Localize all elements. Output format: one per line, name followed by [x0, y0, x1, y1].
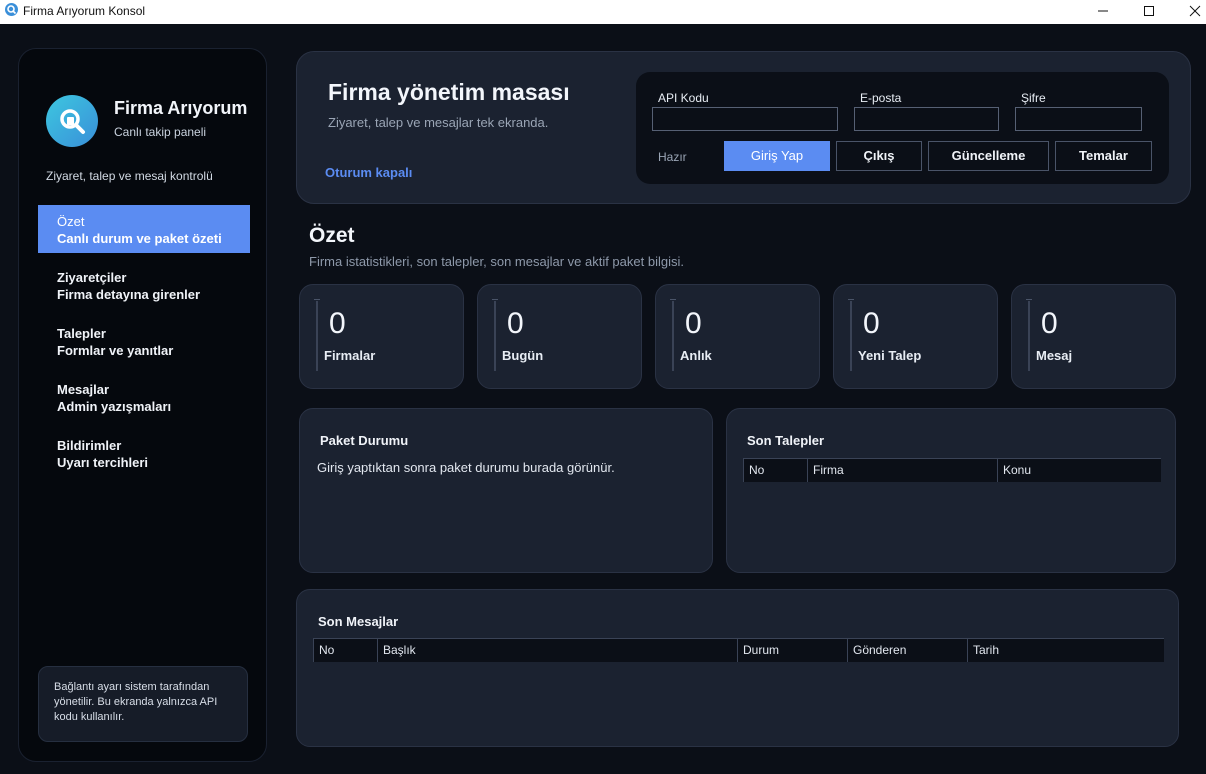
recent-requests-panel: Son Talepler No Firma Konu	[726, 408, 1176, 573]
password-label: Şifre	[1021, 91, 1046, 105]
stat-card-yeni-talep: 0 Yeni Talep	[833, 284, 998, 389]
login-form: API Kodu E-posta Şifre Hazır Giriş Yap Ç…	[636, 72, 1169, 184]
sidebar-item-label: Özet	[57, 214, 85, 229]
messages-table-header: No Başlık Durum Gönderen Tarih	[313, 638, 1164, 662]
stat-accent-bar	[670, 299, 676, 371]
login-button[interactable]: Giriş Yap	[724, 141, 830, 171]
stat-accent-bar	[314, 299, 320, 371]
close-icon	[1189, 5, 1201, 17]
sidebar-item-bildirimler[interactable]: Bildirimler Uyarı tercihleri	[38, 429, 250, 477]
recent-messages-panel: Son Mesajlar No Başlık Durum Gönderen Ta…	[296, 589, 1179, 747]
api-code-input[interactable]	[652, 107, 838, 131]
email-label: E-posta	[860, 91, 902, 105]
sidebar-item-label: Bildirimler	[57, 438, 122, 453]
column-header-durum[interactable]: Durum	[737, 639, 847, 662]
sidebar-item-ziyaretciler[interactable]: Ziyaretçiler Firma detayına girenler	[38, 261, 250, 309]
stat-value: 0	[685, 307, 702, 340]
stat-accent-bar	[1026, 299, 1032, 371]
password-input[interactable]	[1015, 107, 1142, 131]
package-panel-title: Paket Durumu	[320, 433, 409, 448]
sidebar: Firma Arıyorum Canlı takip paneli Ziyare…	[18, 48, 267, 762]
update-button[interactable]: Güncelleme	[928, 141, 1049, 171]
sidebar-item-label: Ziyaretçiler	[57, 270, 127, 285]
themes-button[interactable]: Temalar	[1055, 141, 1152, 171]
brand-name: Firma Arıyorum	[114, 98, 248, 118]
stat-label: Yeni Talep	[858, 348, 922, 363]
column-header-konu[interactable]: Konu	[997, 459, 1161, 482]
column-header-gonderen[interactable]: Gönderen	[847, 639, 967, 662]
package-panel-text: Giriş yaptıktan sonra paket durumu burad…	[317, 460, 615, 475]
column-header-firma[interactable]: Firma	[807, 459, 997, 482]
requests-panel-title: Son Talepler	[747, 433, 825, 448]
sidebar-item-sublabel: Canlı durum ve paket özeti	[57, 231, 222, 246]
stat-label: Anlık	[680, 348, 712, 363]
sidebar-description: Ziyaret, talep ve mesaj kontrolü	[46, 169, 213, 183]
requests-table-header: No Firma Konu	[743, 458, 1161, 482]
window-title: Firma Arıyorum Konsol	[23, 4, 146, 18]
stat-card-mesaj: 0 Mesaj	[1011, 284, 1176, 389]
sidebar-item-sublabel: Formlar ve yanıtlar	[57, 343, 174, 358]
stat-card-bugun: 0 Bugün	[477, 284, 642, 389]
sidebar-item-sublabel: Admin yazışmaları	[57, 399, 172, 414]
sidebar-item-sublabel: Uyarı tercihleri	[57, 455, 149, 470]
window-titlebar: Firma Arıyorum Konsol	[0, 0, 1206, 24]
column-header-no[interactable]: No	[313, 639, 377, 662]
sidebar-item-label: Mesajlar	[57, 382, 110, 397]
header-card: Firma yönetim masası Ziyaret, talep ve m…	[296, 51, 1191, 204]
stat-label: Firmalar	[324, 348, 376, 363]
logout-button[interactable]: Çıkış	[836, 141, 922, 171]
email-input[interactable]	[854, 107, 999, 131]
sidebar-item-sublabel: Firma detayına girenler	[57, 287, 201, 302]
page-subtitle: Ziyaret, talep ve mesajlar tek ekranda.	[328, 115, 549, 130]
package-status-panel: Paket Durumu Giriş yaptıktan sonra paket…	[299, 408, 713, 573]
stat-card-anlik: 0 Anlık	[655, 284, 820, 389]
maximize-button[interactable]	[1126, 0, 1172, 24]
column-header-baslik[interactable]: Başlık	[377, 639, 737, 662]
stat-accent-bar	[492, 299, 498, 371]
close-button[interactable]	[1172, 0, 1206, 24]
maximize-icon	[1144, 6, 1154, 16]
page-title: Firma yönetim masası	[328, 79, 570, 105]
login-status: Hazır	[658, 150, 687, 164]
stat-accent-bar	[848, 299, 854, 371]
column-header-no[interactable]: No	[743, 459, 807, 482]
session-status: Oturum kapalı	[325, 165, 413, 180]
stat-value: 0	[1041, 307, 1058, 340]
stat-label: Bugün	[502, 348, 544, 363]
minimize-button[interactable]	[1080, 0, 1126, 24]
magnifier-icon	[60, 109, 85, 134]
brand-logo	[46, 95, 98, 147]
stat-value: 0	[329, 307, 346, 340]
sidebar-item-mesajlar[interactable]: Mesajlar Admin yazışmaları	[38, 373, 250, 421]
sidebar-item-talepler[interactable]: Talepler Formlar ve yanıtlar	[38, 317, 250, 365]
section-subtitle: Firma istatistikleri, son talepler, son …	[309, 254, 684, 269]
connection-note: Bağlantı ayarı sistem tarafından yönetil…	[38, 666, 248, 742]
stat-label: Mesaj	[1036, 348, 1073, 363]
stat-value: 0	[507, 307, 524, 340]
column-header-tarih[interactable]: Tarih	[967, 639, 1164, 662]
messages-panel-title: Son Mesajlar	[318, 614, 399, 629]
brand-subtitle: Canlı takip paneli	[114, 125, 207, 139]
minimize-icon	[1098, 10, 1108, 12]
sidebar-item-ozet[interactable]: Özet Canlı durum ve paket özeti	[38, 205, 250, 253]
section-title: Özet	[309, 224, 355, 247]
api-code-label: API Kodu	[658, 91, 709, 105]
stat-card-firmalar: 0 Firmalar	[299, 284, 464, 389]
app-logo-icon	[5, 3, 18, 16]
sidebar-item-label: Talepler	[57, 326, 106, 341]
sidebar-nav: Özet Canlı durum ve paket özeti Ziyaretç…	[38, 205, 250, 485]
stat-value: 0	[863, 307, 880, 340]
